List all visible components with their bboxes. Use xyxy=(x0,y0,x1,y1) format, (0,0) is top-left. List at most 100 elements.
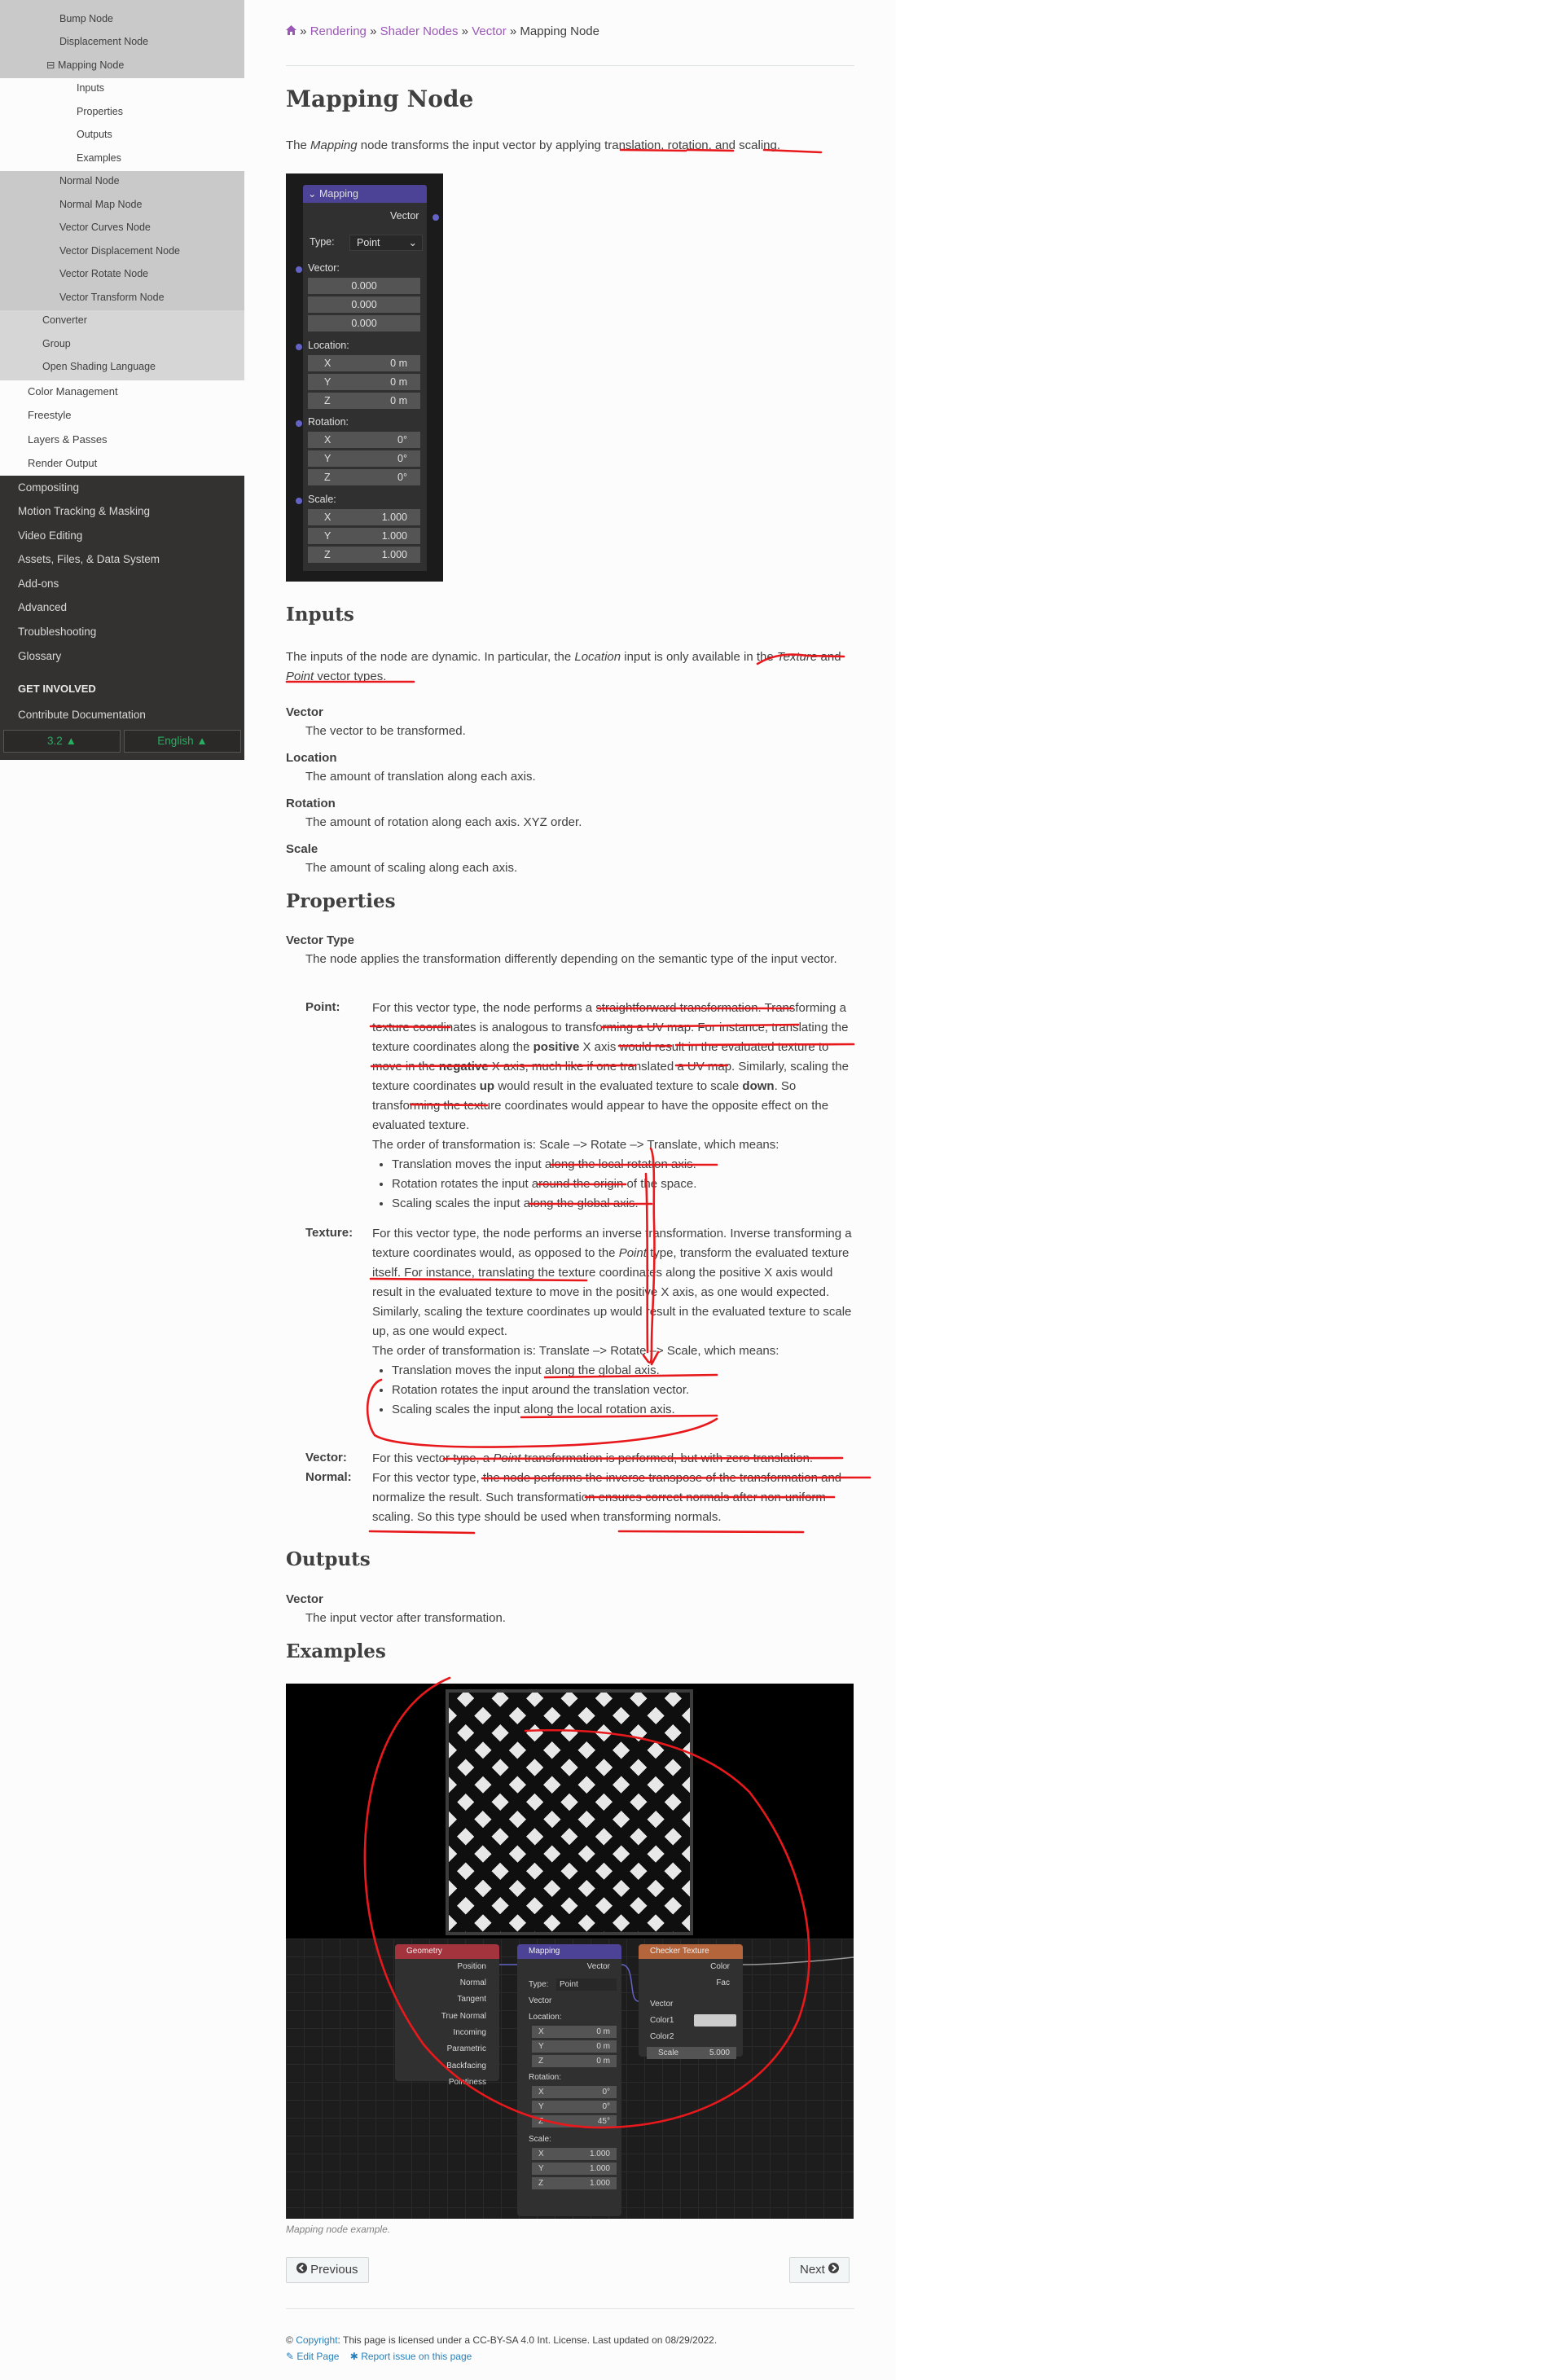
section-heading-properties: Properties xyxy=(286,890,396,912)
toc-item-inputs[interactable]: Inputs xyxy=(0,80,244,96)
toc-item-glossary[interactable]: Glossary xyxy=(0,648,244,665)
toc-item-troubleshooting[interactable]: Troubleshooting xyxy=(0,624,244,640)
breadcrumb-vector[interactable]: Vector xyxy=(472,24,507,38)
toc-item-freestyle[interactable]: Freestyle xyxy=(0,407,244,424)
page-title: Mapping Node xyxy=(286,86,474,112)
term-scale: Scale xyxy=(286,842,318,856)
next-button[interactable]: Next xyxy=(789,2257,850,2283)
toc-item-displacement-node[interactable]: Displacement Node xyxy=(0,33,244,50)
chevron-down-icon: ⌄ xyxy=(408,237,417,248)
rotation-z-field: Z 0° xyxy=(308,469,420,485)
contribute-documentation-link[interactable]: Contribute Documentation xyxy=(18,709,146,721)
field-label-vector: Vector: xyxy=(305,1451,347,1464)
toc-item-layers-passes[interactable]: Layers & Passes xyxy=(0,432,244,448)
scale-z-field: Z 1.000 xyxy=(308,547,420,563)
location-x-field: X0 m xyxy=(308,355,420,371)
field-label-normal: Normal: xyxy=(305,1470,352,1484)
location-z-field: Z0 m xyxy=(308,393,420,409)
vector-label: Vector: xyxy=(308,262,340,274)
node-header: ⌄ Mapping xyxy=(303,185,427,203)
toc-item-normal-map-node[interactable]: Normal Map Node xyxy=(0,196,244,213)
sidebar: Bump Node Displacement Node ⊟ Mapping No… xyxy=(0,0,244,760)
toc-item-color-management[interactable]: Color Management xyxy=(0,384,244,400)
scale-y-field: Y 1.000 xyxy=(308,528,420,544)
version-selector[interactable]: 3.2 ▲ xyxy=(3,730,121,753)
socket-icon xyxy=(296,498,302,504)
breadcrumb-separator: » xyxy=(300,24,307,38)
node-type-dropdown: Point ⌄ xyxy=(349,235,423,251)
toc-item-video-editing[interactable]: Video Editing xyxy=(0,528,244,544)
desc-vector: The vector to be transformed. xyxy=(305,724,466,738)
figure-caption: Mapping node example. xyxy=(286,2224,391,2235)
toc-item-open-shading-language[interactable]: Open Shading Language xyxy=(0,358,244,375)
inputs-paragraph: The inputs of the node are dynamic. In p… xyxy=(286,650,841,683)
breadcrumb-separator: » xyxy=(370,24,377,38)
vector-field: 0.000 xyxy=(308,296,420,313)
bug-icon: ✱ xyxy=(349,2351,358,2362)
toc-item-converter[interactable]: Converter xyxy=(0,312,244,328)
collapse-icon[interactable]: ⊟ xyxy=(46,59,55,71)
edit-icon: ✎ xyxy=(286,2351,295,2362)
field-body-normal: For this vector type, the node performs … xyxy=(372,1471,842,1524)
location-label: Location: xyxy=(308,340,349,351)
desc-scale: The amount of scaling along each axis. xyxy=(305,861,518,875)
toc-item-mapping-node[interactable]: ⊟ Mapping Node xyxy=(0,57,244,73)
rotation-y-field: Y 0° xyxy=(308,450,420,467)
sidebar-toc-expanded: Bump Node Displacement Node ⊟ Mapping No… xyxy=(0,0,244,476)
right-blank-area xyxy=(896,0,1550,2380)
chevron-down-icon: ⌄ xyxy=(308,188,317,200)
toc-item-normal-node[interactable]: Normal Node xyxy=(0,173,244,189)
divider xyxy=(286,2308,854,2309)
toc-item-vector-rotate-node[interactable]: Vector Rotate Node xyxy=(0,266,244,282)
arrow-circle-left-icon xyxy=(296,2263,307,2273)
field-body-texture: For this vector type, the node performs … xyxy=(372,1224,854,1420)
toc-item-motion-tracking[interactable]: Motion Tracking & Masking xyxy=(0,503,244,520)
section-heading-examples: Examples xyxy=(286,1640,386,1662)
report-issue-link[interactable]: ✱ Report issue on this page xyxy=(350,2351,472,2362)
socket-icon xyxy=(296,266,302,273)
toc-item-compositing[interactable]: Compositing xyxy=(0,480,244,496)
home-icon[interactable] xyxy=(286,24,300,38)
edit-page-link[interactable]: ✎ Edit Page xyxy=(286,2351,339,2362)
copyright-link[interactable]: Copyright xyxy=(296,2334,337,2346)
toc-item-vector-curves-node[interactable]: Vector Curves Node xyxy=(0,219,244,235)
arrow-circle-right-icon xyxy=(828,2263,840,2273)
get-involved-heading: GET INVOLVED xyxy=(18,683,96,695)
toc-item-label: Mapping Node xyxy=(57,59,125,71)
term-output-vector: Vector xyxy=(286,1592,323,1606)
breadcrumb: » Rendering » Shader Nodes » Vector » Ma… xyxy=(286,24,599,38)
breadcrumb-rendering[interactable]: Rendering xyxy=(310,24,367,38)
breadcrumb-separator: » xyxy=(461,24,469,38)
scale-x-field: X 1.000 xyxy=(308,509,420,525)
footer: © Copyright: This page is licensed under… xyxy=(286,2334,718,2362)
term-vector-type: Vector Type xyxy=(286,933,354,947)
breadcrumb-current: Mapping Node xyxy=(520,24,599,38)
section-heading-inputs: Inputs xyxy=(286,604,354,626)
toc-item-group[interactable]: Group xyxy=(0,336,244,352)
toc-item-properties[interactable]: Properties xyxy=(0,103,244,120)
toc-item-outputs[interactable]: Outputs xyxy=(0,126,244,143)
list-item: Scaling scales the input along the local… xyxy=(392,1400,854,1420)
field-body-point: For this vector type, the node performs … xyxy=(372,999,854,1214)
toc-item-bump-node[interactable]: Bump Node xyxy=(0,11,244,27)
breadcrumb-separator: » xyxy=(509,24,517,38)
toc-item-vector-displacement-node[interactable]: Vector Displacement Node xyxy=(0,243,244,259)
desc-vector-type: The node applies the transformation diff… xyxy=(305,952,837,966)
language-selector[interactable]: English ▲ xyxy=(124,730,241,753)
toc-item-examples[interactable]: Examples xyxy=(0,150,244,166)
section-heading-outputs: Outputs xyxy=(286,1548,371,1570)
divider xyxy=(286,65,854,66)
toc-item-vector-transform-node[interactable]: Vector Transform Node xyxy=(0,289,244,305)
toc-item-add-ons[interactable]: Add-ons xyxy=(0,576,244,592)
toc-item-advanced[interactable]: Advanced xyxy=(0,599,244,616)
field-label-texture: Texture: xyxy=(305,1226,353,1240)
socket-icon xyxy=(433,214,439,221)
socket-icon xyxy=(296,344,302,350)
breadcrumb-shader-nodes[interactable]: Shader Nodes xyxy=(380,24,459,38)
socket-icon xyxy=(296,420,302,427)
desc-location: The amount of translation along each axi… xyxy=(305,770,536,784)
toc-item-assets-files[interactable]: Assets, Files, & Data System xyxy=(0,551,244,568)
list-item: Rotation rotates the input around the tr… xyxy=(392,1381,854,1400)
toc-item-render-output[interactable]: Render Output xyxy=(0,455,244,472)
previous-button[interactable]: Previous xyxy=(286,2257,369,2283)
